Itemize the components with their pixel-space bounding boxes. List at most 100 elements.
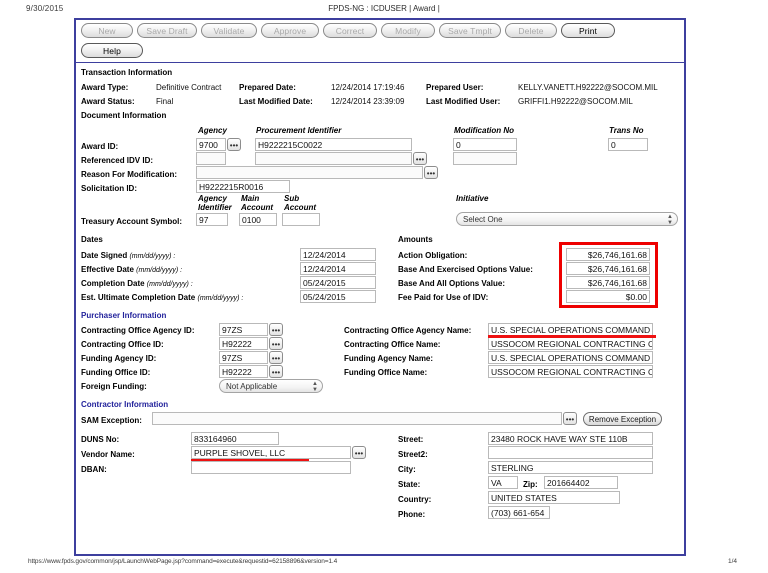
city-label: City:	[398, 465, 416, 474]
initiative-select[interactable]: Select One ▲▼	[456, 212, 678, 226]
reason-for-modification-input[interactable]	[196, 166, 423, 179]
column-header-trans-no: Trans No	[609, 126, 644, 135]
award-id-piid-input[interactable]: H9222215C0022	[255, 138, 412, 151]
referenced-idv-agency-input[interactable]	[196, 152, 226, 165]
section-header-purchaser: Purchaser Information	[81, 311, 166, 320]
referenced-idv-piid-input[interactable]	[255, 152, 412, 165]
funding-agency-name-input[interactable]: U.S. SPECIAL OPERATIONS COMMAND	[488, 351, 653, 364]
validate-button[interactable]: Validate	[201, 23, 257, 38]
foreign-funding-label: Foreign Funding:	[81, 382, 147, 391]
last-modified-user-value: GRIFFI1.H92222@SOCOM.MIL	[518, 97, 633, 106]
tas-column-agency-identifier: AgencyIdentifier	[198, 194, 232, 212]
sam-exception-input[interactable]	[152, 412, 562, 425]
spinner-arrows-icon: ▲▼	[667, 214, 673, 226]
referenced-idv-mod-no-input[interactable]	[453, 152, 517, 165]
funding-agency-id-lookup-icon[interactable]: •••	[269, 351, 283, 364]
prepared-date-label: Prepared Date:	[239, 83, 296, 92]
save-template-button[interactable]: Save Tmplt	[439, 23, 501, 38]
zip-input[interactable]: 201664402	[544, 476, 618, 489]
approve-button[interactable]: Approve	[261, 23, 319, 38]
tas-column-main-account: MainAccount	[241, 194, 273, 212]
est-ultimate-completion-date-label: Est. Ultimate Completion Date (mm/dd/yyy…	[81, 293, 243, 302]
award-id-agency-input[interactable]: 9700	[196, 138, 226, 151]
award-form: Transaction Information Award Type: Defi…	[76, 63, 684, 555]
completion-date-label: Completion Date (mm/dd/yyyy) :	[81, 279, 193, 288]
base-and-exercised-options-value-input[interactable]: $26,746,161.68	[566, 262, 650, 275]
contracting-office-name-input[interactable]: USSOCOM REGIONAL CONTRACTING O	[488, 337, 653, 350]
est-ultimate-completion-date-input[interactable]: 05/24/2015	[300, 290, 376, 303]
vendor-name-lookup-icon[interactable]: •••	[352, 446, 366, 459]
section-header-amounts: Amounts	[398, 235, 433, 244]
base-and-all-options-value-input[interactable]: $26,746,161.68	[566, 276, 650, 289]
state-input[interactable]: VA	[488, 476, 518, 489]
new-button[interactable]: New	[81, 23, 133, 38]
save-draft-button[interactable]: Save Draft	[137, 23, 197, 38]
street2-label: Street2:	[398, 450, 428, 459]
state-label: State:	[398, 480, 420, 489]
duns-no-input[interactable]: 833164960	[191, 432, 279, 445]
contracting-office-agency-id-input[interactable]: 97ZS	[219, 323, 268, 336]
section-header-contractor: Contractor Information	[81, 400, 168, 409]
tas-column-sub-account: SubAccount	[284, 194, 316, 212]
fee-paid-for-use-of-idv-input[interactable]: $0.00	[566, 290, 650, 303]
funding-office-name-input[interactable]: USSOCOM REGIONAL CONTRACTING O	[488, 365, 653, 378]
award-id-agency-lookup-icon[interactable]: •••	[227, 138, 241, 151]
award-type-label: Award Type:	[81, 83, 128, 92]
country-input[interactable]: UNITED STATES	[488, 491, 620, 504]
last-modified-date-value: 12/24/2014 23:39:09	[331, 97, 404, 106]
award-status-value: Final	[156, 97, 173, 106]
street-label: Street:	[398, 435, 423, 444]
funding-office-id-lookup-icon[interactable]: •••	[269, 365, 283, 378]
print-preview-page: 9/30/2015 FPDS-NG : ICDUSER | Award | Ne…	[0, 0, 768, 573]
remove-exception-button[interactable]: Remove Exception	[583, 412, 662, 426]
solicitation-id-label: Solicitation ID:	[81, 184, 137, 193]
funding-office-id-label: Funding Office ID:	[81, 368, 150, 377]
toolbar: New Save Draft Validate Approve Correct …	[76, 20, 684, 63]
contracting-office-name-label: Contracting Office Name:	[344, 340, 440, 349]
reason-for-modification-lookup-icon[interactable]: •••	[424, 166, 438, 179]
modify-button[interactable]: Modify	[381, 23, 435, 38]
column-header-procurement-identifier: Procurement Identifier	[256, 126, 341, 135]
completion-date-input[interactable]: 05/24/2015	[300, 276, 376, 289]
print-title: FPDS-NG : ICDUSER | Award |	[0, 4, 768, 13]
modification-no-input[interactable]: 0	[453, 138, 517, 151]
action-obligation-input[interactable]: $26,746,161.68	[566, 248, 650, 261]
phone-input[interactable]: (703) 661-654	[488, 506, 550, 519]
solicitation-id-input[interactable]: H9222215R0016	[196, 180, 290, 193]
vendor-name-label: Vendor Name:	[81, 450, 135, 459]
trans-no-input[interactable]: 0	[608, 138, 648, 151]
zip-label: Zip:	[523, 480, 538, 489]
contracting-office-id-input[interactable]: H92222	[219, 337, 268, 350]
street2-input[interactable]	[488, 446, 653, 459]
effective-date-input[interactable]: 12/24/2014	[300, 262, 376, 275]
contracting-office-id-lookup-icon[interactable]: •••	[269, 337, 283, 350]
referenced-idv-id-label: Referenced IDV ID:	[81, 156, 153, 165]
sam-exception-lookup-icon[interactable]: •••	[563, 412, 577, 425]
referenced-idv-lookup-icon[interactable]: •••	[413, 152, 427, 165]
help-button[interactable]: Help	[81, 43, 143, 58]
tas-agency-identifier-input[interactable]: 97	[196, 213, 228, 226]
award-status-label: Award Status:	[81, 97, 135, 106]
funding-office-id-input[interactable]: H92222	[219, 365, 268, 378]
section-header-document: Document Information	[81, 111, 166, 120]
city-input[interactable]: STERLING	[488, 461, 653, 474]
print-button[interactable]: Print	[561, 23, 615, 38]
street-input[interactable]: 23480 ROCK HAVE WAY STE 110B	[488, 432, 653, 445]
funding-agency-id-input[interactable]: 97ZS	[219, 351, 268, 364]
duns-no-label: DUNS No:	[81, 435, 119, 444]
foreign-funding-select[interactable]: Not Applicable ▲▼	[219, 379, 323, 393]
dban-input[interactable]	[191, 461, 351, 474]
footer-page-number: 1/4	[728, 558, 737, 565]
vendor-name-input[interactable]: PURPLE SHOVEL, LLC	[191, 446, 351, 459]
column-header-agency: Agency	[198, 126, 227, 135]
contracting-office-agency-name-label: Contracting Office Agency Name:	[344, 326, 471, 335]
date-signed-input[interactable]: 12/24/2014	[300, 248, 376, 261]
contracting-office-agency-id-lookup-icon[interactable]: •••	[269, 323, 283, 336]
correct-button[interactable]: Correct	[323, 23, 377, 38]
contracting-office-id-label: Contracting Office ID:	[81, 340, 164, 349]
tas-sub-account-input[interactable]	[282, 213, 320, 226]
tas-main-account-input[interactable]: 0100	[239, 213, 277, 226]
funding-office-name-label: Funding Office Name:	[344, 368, 427, 377]
toolbar-row-primary: New Save Draft Validate Approve Correct …	[81, 23, 680, 38]
delete-button[interactable]: Delete	[505, 23, 557, 38]
